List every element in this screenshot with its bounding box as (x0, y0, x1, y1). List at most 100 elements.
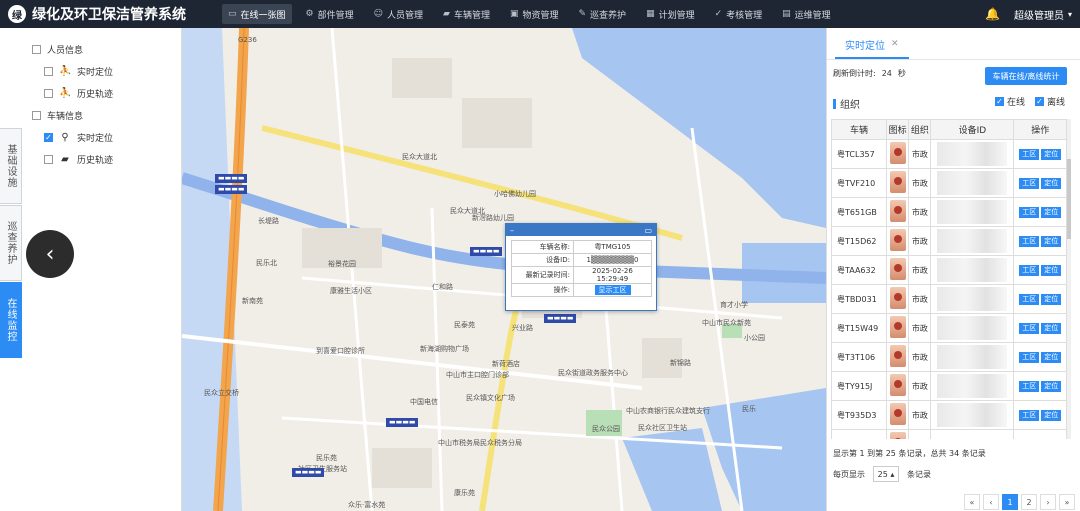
workarea-button[interactable]: 工区 (1019, 148, 1040, 160)
workarea-button[interactable]: 工区 (1019, 322, 1040, 334)
table-row[interactable]: 粤T818DD市政1448135-95-01234工区定位 (831, 429, 1067, 439)
checkbox[interactable] (32, 110, 41, 120)
workarea-button[interactable]: 工区 (1019, 380, 1040, 392)
page-button[interactable]: 1 (1002, 494, 1018, 510)
scrollbar-thumb[interactable] (1067, 159, 1071, 239)
carousel-prev-button[interactable]: ‹ (26, 230, 74, 278)
workarea-button[interactable]: 工区 (1019, 409, 1040, 421)
popup-row: 最新记录时间: 2025-02-26 15:29:49 (511, 266, 652, 284)
page-button[interactable]: › (1040, 494, 1056, 510)
locate-button[interactable]: 定位 (1041, 380, 1062, 392)
tree-item[interactable]: 车辆信息 (32, 104, 113, 126)
tree-item[interactable]: ⛹ 实时定位 (32, 60, 113, 82)
map-place-label: G236 (238, 36, 257, 44)
show-workarea-button[interactable]: 显示工区 (594, 285, 631, 295)
workarea-button[interactable]: 工区 (1019, 177, 1040, 189)
table-row[interactable]: 粤T935D3 市政 工区 定位 (831, 400, 1067, 430)
checkbox[interactable] (32, 44, 41, 54)
workarea-button[interactable]: 工区 (1019, 438, 1040, 439)
table-row[interactable]: 粤T651GB 市政 工区 定位 (831, 197, 1067, 227)
locate-button[interactable]: 定位 (1041, 235, 1062, 247)
vertical-tab[interactable]: 在线监控 (0, 282, 22, 358)
nav-item-check[interactable]: ✓ 考核管理 (709, 4, 769, 24)
checkbox[interactable] (44, 154, 53, 164)
workarea-button[interactable]: 工区 (1019, 206, 1040, 218)
table-row[interactable]: 粤TY915J 市政 工区 定位 (831, 371, 1067, 401)
vehicle-marker-label[interactable]: ▬▬▬▬ (544, 314, 577, 323)
vehicle-track-icon: ▰ (61, 153, 69, 165)
refresh-countdown: 刷新倒计时: 24 秒 (833, 68, 906, 79)
nav-item-box[interactable]: ▣ 物资管理 (504, 4, 565, 24)
device-id-redacted (937, 287, 1008, 311)
workarea-button[interactable]: 工区 (1019, 293, 1040, 305)
locate-button[interactable]: 定位 (1041, 351, 1062, 363)
workarea-button[interactable]: 工区 (1019, 264, 1040, 276)
popup-key: 设备ID: (511, 253, 574, 267)
table-row[interactable]: 粤T3T106 市政 工区 定位 (831, 342, 1067, 372)
nav-item-wrench[interactable]: ✎ 巡查养护 (573, 4, 633, 24)
nav-item-users[interactable]: ☺ 人员管理 (368, 4, 429, 24)
vertical-tab[interactable]: 基础设施 (0, 128, 22, 204)
minimize-icon[interactable]: – (510, 226, 514, 235)
locate-button[interactable]: 定位 (1041, 206, 1062, 218)
nav-item-monitor[interactable]: ▭ 在线一张图 (222, 4, 292, 24)
nav-label: 计划管理 (658, 10, 695, 21)
offline-checkbox[interactable]: ✓ (1035, 97, 1045, 106)
map-place-label: 长堤路 (258, 217, 279, 225)
locate-button[interactable]: 定位 (1041, 148, 1062, 160)
device-id-redacted (937, 258, 1008, 282)
table-row[interactable]: 粤T15W49 市政 工区 定位 (831, 313, 1067, 343)
nav-item-gear[interactable]: ⚙ 部件管理 (300, 4, 360, 24)
page-button[interactable]: « (964, 494, 980, 510)
tree-item[interactable]: 人员信息 (32, 38, 113, 60)
tab-realtime-location[interactable]: 实时定位 ✕ (835, 31, 909, 59)
page-button[interactable]: 2 (1021, 494, 1037, 510)
online-offline-stats-button[interactable]: 车辆在线/离线统计 (985, 67, 1067, 85)
checkbox[interactable] (44, 88, 53, 98)
locate-button[interactable]: 定位 (1041, 177, 1062, 189)
vehicle-marker-label[interactable]: ▬▬▬▬ (386, 418, 419, 427)
vertical-tab[interactable]: 巡查养护 (0, 205, 22, 281)
table-row[interactable]: 粤TCL357 市政 工区 定位 (831, 139, 1067, 169)
table-scrollbar[interactable] (1067, 119, 1071, 439)
vehicle-marker-label[interactable]: ▬▬▬▬ (215, 174, 248, 183)
table-row[interactable]: 粤TVF210 市政 工区 定位 (831, 168, 1067, 198)
user-name[interactable]: 超级管理员 (1014, 7, 1064, 22)
checkbox[interactable] (44, 66, 53, 76)
table-row[interactable]: 粤TAA632 市政 工区 定位 (831, 255, 1067, 285)
nav-label: 部件管理 (317, 10, 354, 21)
table-row[interactable]: 粤T15D62 市政 工区 定位 (831, 226, 1067, 256)
org-cell: 市政 (908, 226, 932, 256)
map-place-label: 民众立交桥 (204, 389, 239, 397)
org-heading: 组织 (833, 96, 860, 111)
page-button[interactable]: ‹ (983, 494, 999, 510)
table-row[interactable]: 粤TBD031 市政 工区 定位 (831, 284, 1067, 314)
vehicle-marker-label[interactable]: ▬▬▬▬ (470, 247, 503, 256)
locate-button[interactable]: 定位 (1041, 264, 1062, 276)
locate-button[interactable]: 定位 (1041, 409, 1062, 421)
locate-button[interactable]: 定位 (1041, 293, 1062, 305)
nav-item-tools[interactable]: ▤ 运维管理 (776, 4, 837, 24)
locate-button[interactable]: 定位 (1041, 322, 1062, 334)
online-checkbox[interactable]: ✓ (995, 97, 1004, 106)
device-cell (930, 342, 1015, 372)
workarea-button[interactable]: 工区 (1019, 351, 1040, 363)
chevron-down-icon[interactable]: ▾ (1068, 10, 1072, 19)
bell-icon[interactable]: 🔔 (985, 7, 1000, 21)
maximize-icon[interactable]: ▭ (644, 226, 652, 235)
checkbox[interactable]: ✓ (44, 132, 53, 142)
locate-button[interactable]: 定位 (1041, 438, 1062, 439)
vehicle-marker-label[interactable]: ▬▬▬▬ (215, 185, 248, 194)
nav-item-truck[interactable]: ▰ 车辆管理 (437, 4, 496, 24)
map-view[interactable]: G236 民众大道北 民众大道北 小哈佛幼儿园 新滘路幼儿园 长堤路 民乐北 裕景花园 康雅生活… (182, 28, 826, 511)
close-icon[interactable]: ✕ (891, 39, 899, 49)
tree-item[interactable]: ✓ ⚲ 实时定位 (32, 126, 113, 148)
tree-item[interactable]: ⛹ 历史轨迹 (32, 82, 113, 104)
workarea-button[interactable]: 工区 (1019, 235, 1040, 247)
page-button[interactable]: » (1059, 494, 1075, 510)
vehicle-icon (889, 432, 906, 439)
vehicle-marker-label[interactable]: ▬▬▬▬ (292, 468, 325, 477)
page-size-select[interactable]: 25 ▴ (873, 466, 899, 482)
nav-item-calendar[interactable]: ▦ 计划管理 (640, 4, 701, 24)
tree-item[interactable]: ▰ 历史轨迹 (32, 148, 113, 170)
